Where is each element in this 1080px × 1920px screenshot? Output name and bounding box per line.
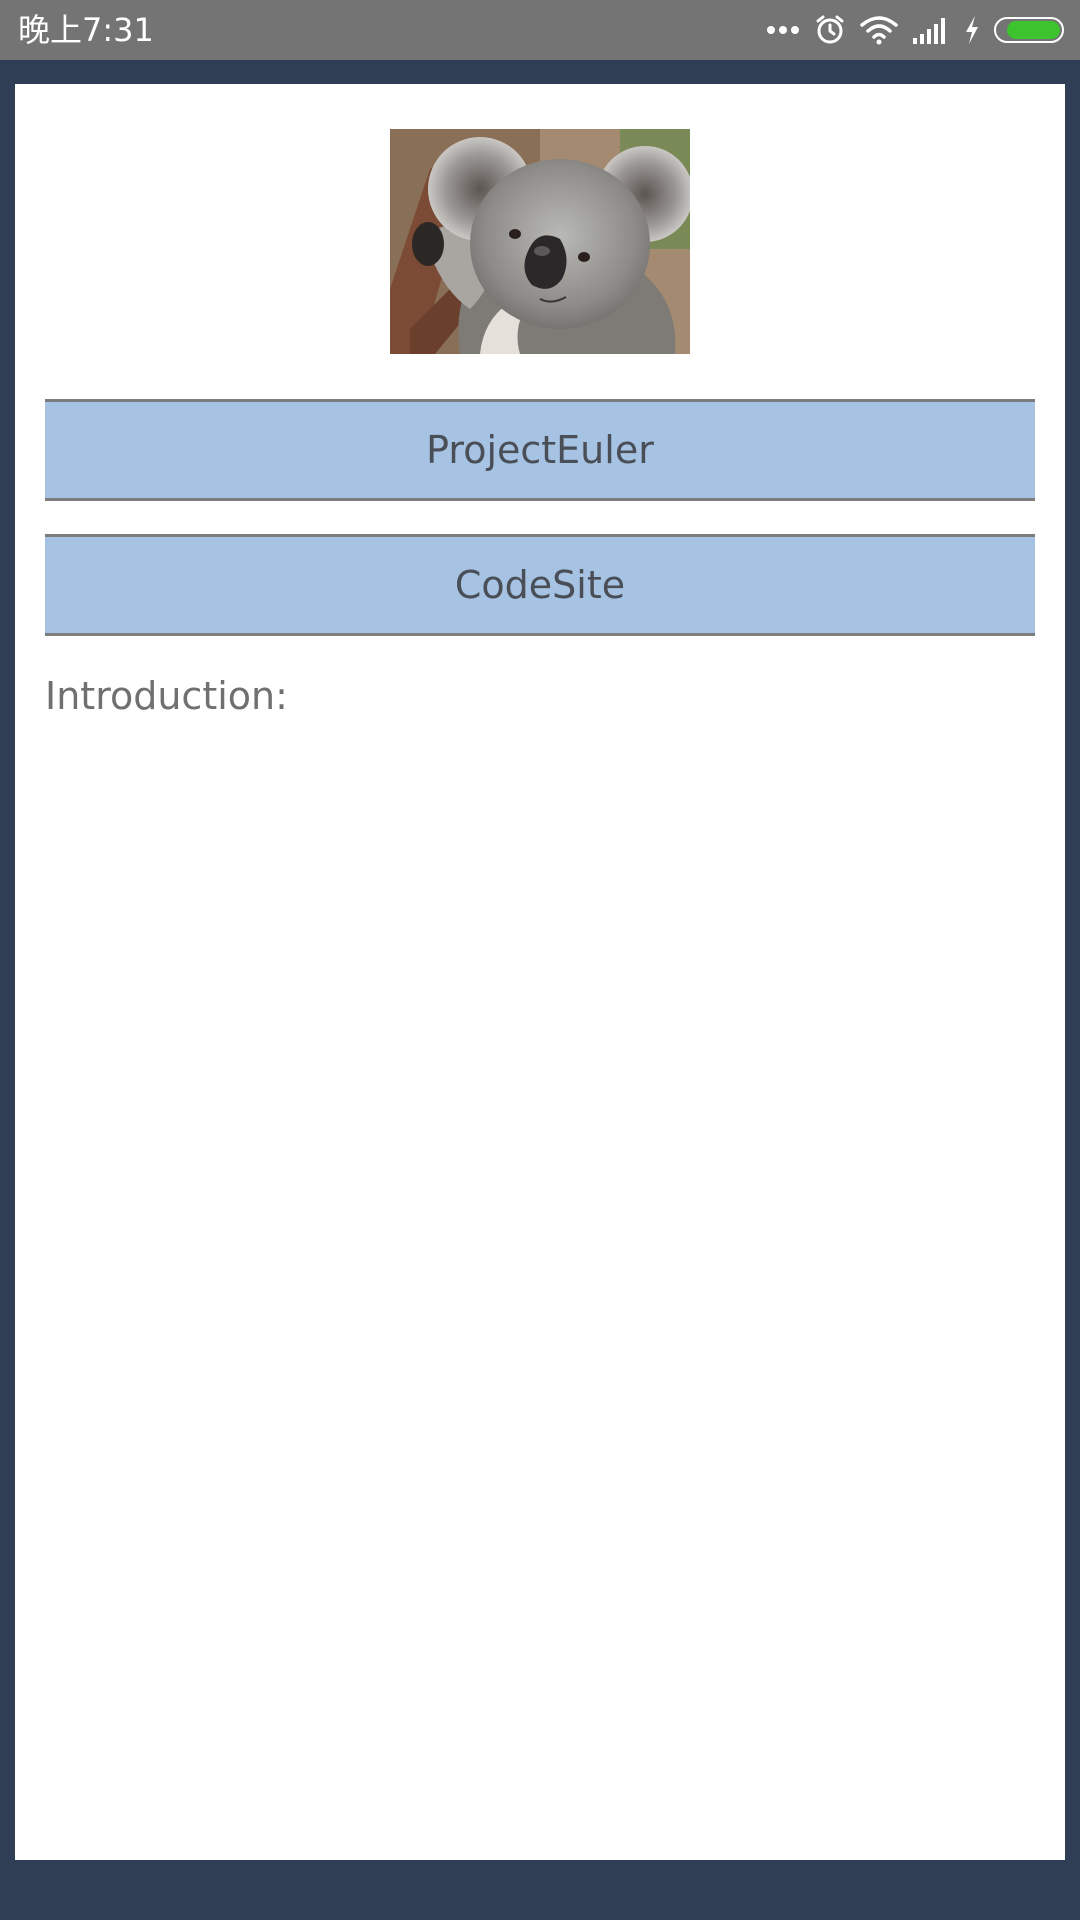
introduction-label: Introduction: — [45, 674, 288, 718]
more-dots-icon — [766, 25, 800, 35]
charging-icon — [964, 15, 980, 45]
main-card: ProjectEuler CodeSite Introduction: — [15, 84, 1065, 1860]
status-time: 晚上7:31 — [18, 11, 154, 49]
project-euler-button[interactable]: ProjectEuler — [45, 399, 1035, 501]
signal-icon — [912, 16, 950, 44]
wifi-icon — [860, 15, 898, 45]
status-icons — [752, 0, 1064, 60]
code-site-button[interactable]: CodeSite — [45, 534, 1035, 636]
koala-image — [390, 129, 690, 354]
battery-icon — [994, 17, 1064, 43]
alarm-icon — [814, 14, 846, 46]
status-bar: 晚上7:31 — [0, 0, 1080, 60]
